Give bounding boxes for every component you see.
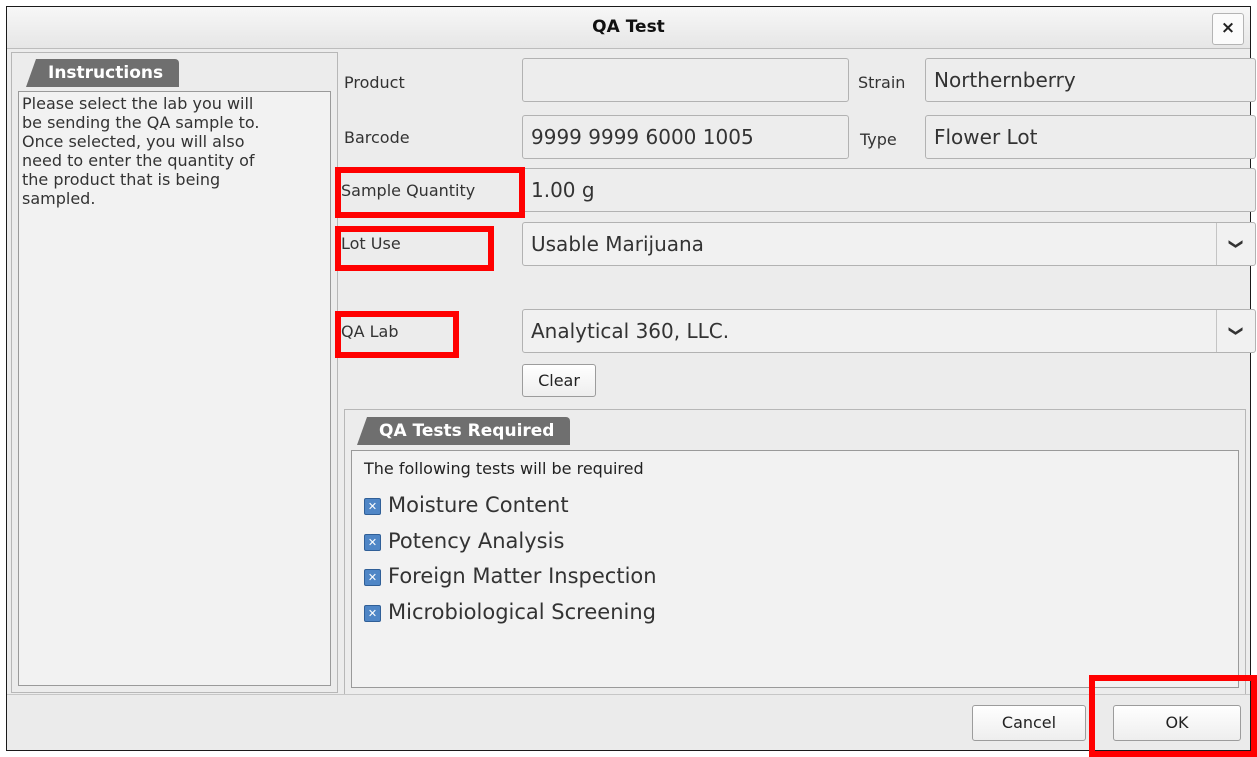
test-item-foreign-matter[interactable]: ✕ Foreign Matter Inspection <box>364 564 657 588</box>
qa-tests-tab: QA Tests Required <box>357 417 571 445</box>
instructions-text: Please select the lab you will be sendin… <box>18 91 331 686</box>
barcode-field[interactable]: 9999 9999 6000 1005 <box>522 115 849 159</box>
barcode-label: Barcode <box>344 128 410 147</box>
highlight-lot-use <box>335 226 494 271</box>
qa-test-dialog: QA Test × Instructions Please select the… <box>6 6 1256 751</box>
instructions-tab: Instructions <box>26 59 180 87</box>
strain-label: Strain <box>858 73 906 92</box>
product-field[interactable] <box>522 58 849 102</box>
instructions-line: need to enter the quantity of <box>22 151 255 170</box>
lot-use-select[interactable]: Usable Marijuana ❯ <box>522 222 1256 266</box>
qa-tests-header: The following tests will be required <box>364 459 644 478</box>
instructions-line: the product that is being <box>22 170 221 189</box>
title-bar: QA Test × <box>7 7 1250 49</box>
button-bar: Cancel OK <box>7 694 1250 750</box>
checkbox-icon[interactable]: ✕ <box>364 605 381 622</box>
test-label: Foreign Matter Inspection <box>388 564 657 588</box>
type-label: Type <box>860 130 897 149</box>
qa-lab-select[interactable]: Analytical 360, LLC. ❯ <box>522 309 1256 353</box>
qa-tests-panel: QA Tests Required The following tests wi… <box>344 409 1246 695</box>
test-label: Potency Analysis <box>388 529 565 553</box>
type-field[interactable]: Flower Lot <box>925 115 1256 159</box>
qa-lab-value: Analytical 360, LLC. <box>531 319 730 343</box>
close-button[interactable]: × <box>1212 13 1244 45</box>
test-label: Moisture Content <box>388 493 569 517</box>
instructions-line: be sending the QA sample to. <box>22 113 260 132</box>
product-label: Product <box>344 73 405 92</box>
sample-quantity-field[interactable]: 1.00 g <box>522 168 1256 212</box>
instructions-line: Once selected, you will also <box>22 132 245 151</box>
strain-field[interactable]: Northernberry <box>925 58 1256 102</box>
highlight-ok-button <box>1089 675 1257 757</box>
dialog-title: QA Test <box>592 17 665 37</box>
highlight-sample-quantity <box>335 167 525 218</box>
checkbox-icon[interactable]: ✕ <box>364 498 381 515</box>
test-item-potency[interactable]: ✕ Potency Analysis <box>364 529 564 553</box>
instructions-line: Please select the lab you will <box>22 94 254 113</box>
highlight-qa-lab <box>335 311 459 358</box>
chevron-down-icon[interactable]: ❯ <box>1216 310 1255 352</box>
qa-tests-list: The following tests will be required ✕ Mo… <box>351 450 1239 688</box>
lot-use-value: Usable Marijuana <box>531 232 704 256</box>
checkbox-icon[interactable]: ✕ <box>364 569 381 586</box>
cancel-button[interactable]: Cancel <box>972 705 1086 741</box>
test-item-microbiological[interactable]: ✕ Microbiological Screening <box>364 600 656 624</box>
clear-button[interactable]: Clear <box>522 364 596 397</box>
instructions-line: sampled. <box>22 189 96 208</box>
test-item-moisture[interactable]: ✕ Moisture Content <box>364 493 569 517</box>
instructions-panel: Instructions Please select the lab you w… <box>11 52 338 693</box>
checkbox-icon[interactable]: ✕ <box>364 534 381 551</box>
test-label: Microbiological Screening <box>388 600 656 624</box>
chevron-down-icon[interactable]: ❯ <box>1216 223 1255 265</box>
